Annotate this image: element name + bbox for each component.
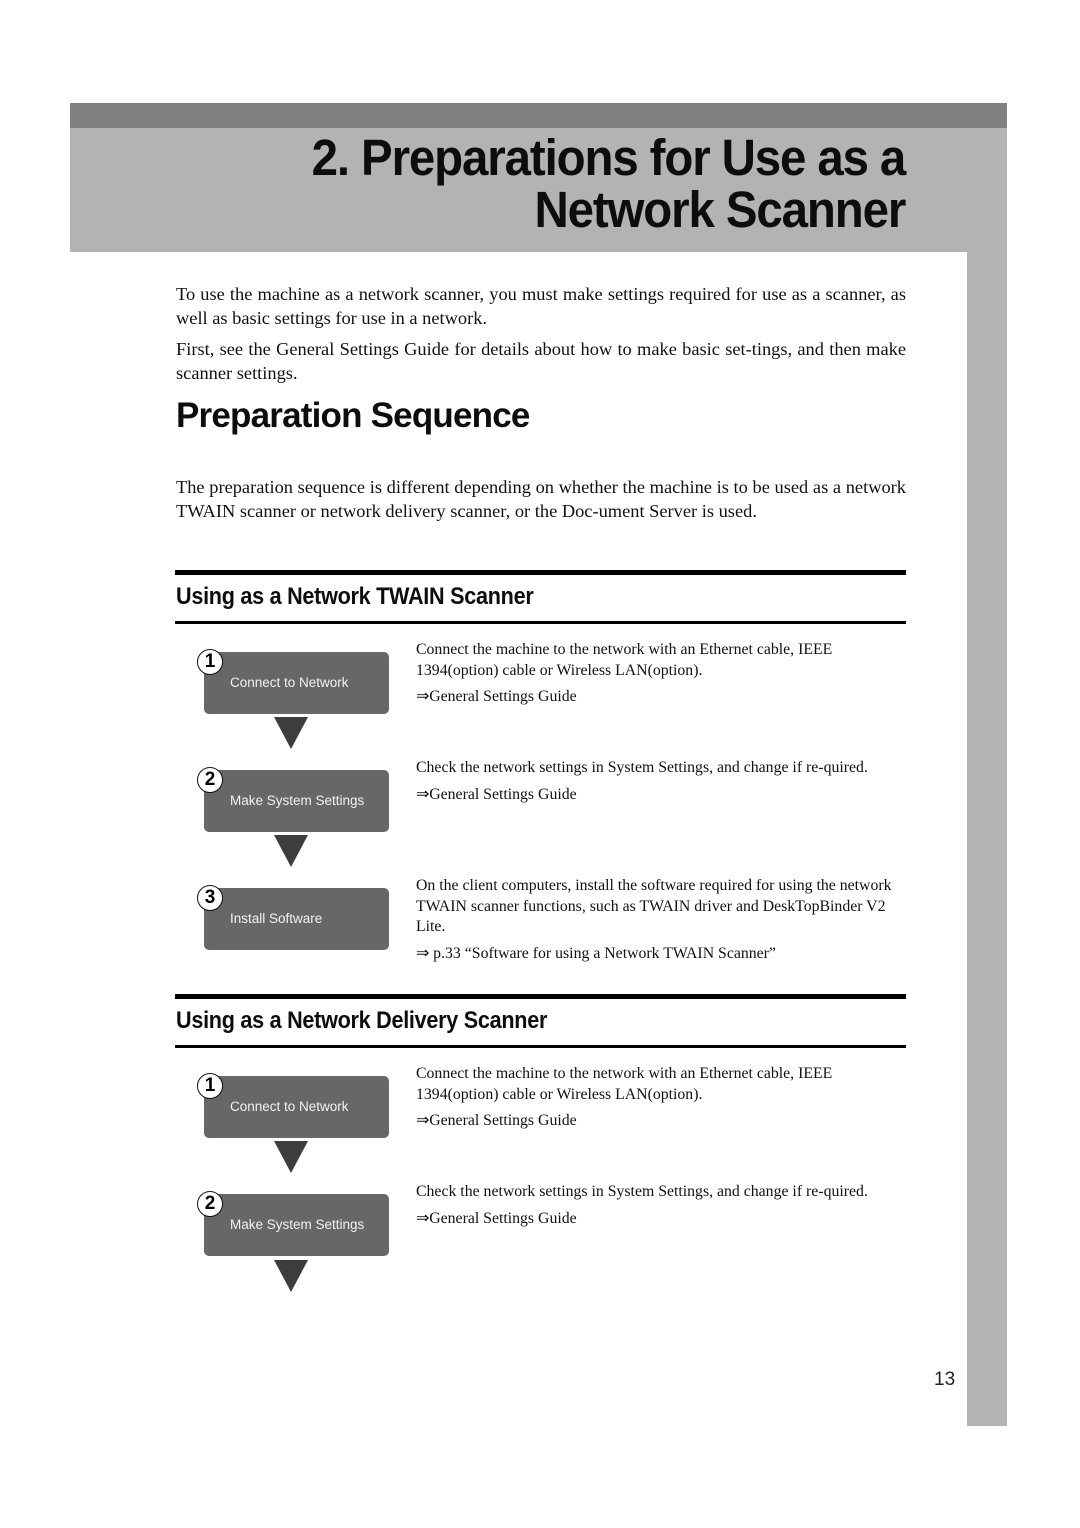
- step-reference-link[interactable]: ⇒General Settings Guide: [416, 1111, 906, 1132]
- step-description: Check the network settings in System Set…: [416, 1182, 906, 1229]
- step-reference-link[interactable]: ⇒General Settings Guide: [416, 785, 906, 806]
- step-number-badge: 2: [197, 1191, 223, 1217]
- step-description-text: Connect the machine to the network with …: [416, 1065, 833, 1103]
- delivery-rule-top: [175, 994, 906, 999]
- step-box-connect-to-network: Connect to Network: [204, 1076, 389, 1138]
- step-label: Make System Settings: [230, 1217, 365, 1232]
- step-label: Install Software: [230, 911, 323, 926]
- section-paragraph: The preparation sequence is different de…: [176, 477, 906, 521]
- step-description-text: Connect the machine to the network with …: [416, 641, 833, 679]
- step-number-badge: 1: [197, 1073, 223, 1099]
- chapter-header-bar: [70, 103, 1007, 128]
- step-reference-link[interactable]: ⇒General Settings Guide: [416, 687, 906, 708]
- chapter-title-line2: Network Scanner: [534, 181, 906, 238]
- step-label: Connect to Network: [230, 1099, 349, 1114]
- step-label: Connect to Network: [230, 675, 349, 690]
- intro-paragraph-2: First, see the General Settings Guide fo…: [176, 339, 906, 383]
- step-box-make-system-settings: Make System Settings: [204, 770, 389, 832]
- step-description: On the client computers, install the sof…: [416, 876, 906, 964]
- intro-paragraph-1: To use the machine as a network scanner,…: [176, 284, 906, 328]
- arrow-down-icon: [274, 1260, 308, 1292]
- step-description: Connect the machine to the network with …: [416, 640, 906, 708]
- chapter-side-tab: [967, 252, 1007, 1426]
- arrow-down-icon: [274, 1141, 308, 1173]
- step-description: Check the network settings in System Set…: [416, 758, 906, 805]
- step-description-text: On the client computers, install the sof…: [416, 877, 892, 935]
- step-description: Connect the machine to the network with …: [416, 1064, 906, 1132]
- twain-heading: Using as a Network TWAIN Scanner: [176, 583, 534, 610]
- delivery-rule-bottom: [175, 1045, 906, 1048]
- twain-rule-top: [175, 570, 906, 575]
- chapter-title-line1: 2. Preparations for Use as a: [311, 129, 906, 186]
- delivery-heading: Using as a Network Delivery Scanner: [176, 1007, 548, 1034]
- twain-rule-bottom: [175, 621, 906, 624]
- arrow-down-icon: [274, 835, 308, 867]
- step-label: Make System Settings: [230, 793, 365, 808]
- step-box-install-software: Install Software: [204, 888, 389, 950]
- chapter-title: 2. Preparations for Use as a Network Sca…: [311, 129, 906, 238]
- arrow-down-icon: [274, 717, 308, 749]
- step-number-badge: 1: [197, 649, 223, 675]
- step-reference-link[interactable]: ⇒ p.33 “Software for using a Network TWA…: [416, 944, 906, 965]
- step-description-text: Check the network settings in System Set…: [416, 1183, 868, 1200]
- step-description-text: Check the network settings in System Set…: [416, 759, 868, 776]
- step-box-make-system-settings: Make System Settings: [204, 1194, 389, 1256]
- section-heading: Preparation Sequence: [176, 396, 530, 435]
- page-number: 13: [934, 1369, 956, 1390]
- step-reference-link[interactable]: ⇒General Settings Guide: [416, 1209, 906, 1230]
- step-box-connect-to-network: Connect to Network: [204, 652, 389, 714]
- step-number-badge: 3: [197, 885, 223, 911]
- step-number-badge: 2: [197, 767, 223, 793]
